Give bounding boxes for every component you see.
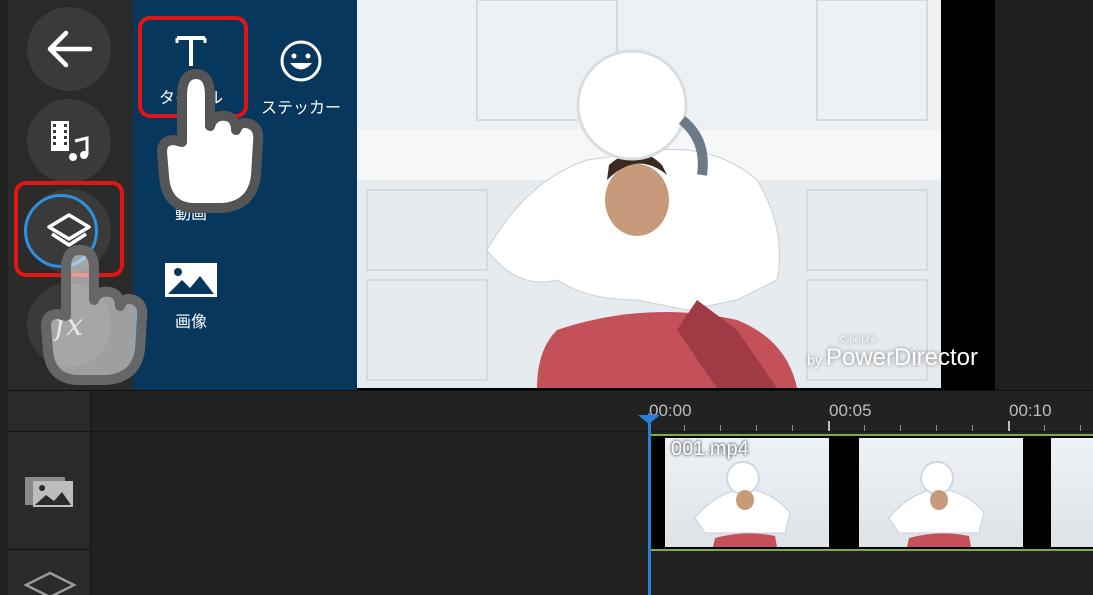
ruler-tick (720, 425, 721, 431)
ruler-tick (792, 425, 793, 431)
video-preview: CyberLink by PowerDirector (357, 0, 1093, 390)
pointing-hand-icon (41, 245, 148, 385)
smiley-icon (280, 40, 322, 82)
ruler-tick (756, 425, 757, 431)
ruler-tick (828, 421, 830, 431)
track-divider (8, 549, 90, 550)
pointing-hand-icon (157, 69, 264, 213)
clip-filename: 001.mp4 (671, 438, 749, 460)
menu-item-image[interactable]: 画像 (149, 262, 233, 332)
track-headers (8, 391, 91, 595)
time-ruler[interactable]: 00:00 00:05 00:10 (90, 391, 1093, 432)
video-track-icon[interactable] (24, 475, 74, 509)
ruler-tick (972, 425, 973, 431)
film-music-icon (51, 121, 89, 161)
ruler-label: 00:10 (1009, 401, 1052, 420)
watermark-brand: PowerDirector (825, 344, 978, 371)
video-editor-app: fx タイトル ステッカー 動画 (0, 0, 1093, 595)
watermark-cyberlink: CyberLink (840, 335, 877, 344)
ruler-tick (900, 425, 901, 431)
ruler-tick (864, 425, 865, 431)
preview-frame (357, 0, 941, 388)
clip-thumbnail (859, 438, 1023, 547)
ruler-label: 00:05 (829, 401, 872, 420)
image-icon (165, 263, 217, 297)
layer-track-icon[interactable] (22, 571, 78, 595)
menu-item-image-label: 画像 (174, 312, 207, 331)
media-button[interactable] (27, 99, 111, 183)
ruler-tick (1080, 425, 1081, 431)
powerdirector-watermark: CyberLink by PowerDirector (807, 335, 978, 372)
ruler-tick (936, 425, 937, 431)
watermark-by: by (807, 352, 822, 368)
back-button[interactable] (27, 7, 111, 91)
playhead[interactable] (648, 413, 651, 595)
ruler-tick (1044, 425, 1045, 431)
preview-side-bar (995, 0, 1093, 390)
timeline[interactable]: 00:00 00:05 00:10 001.mp4 (8, 390, 1093, 595)
track-divider (8, 431, 90, 432)
video-clip[interactable]: 001.mp4 (651, 434, 1093, 551)
ruler-tick (684, 425, 685, 431)
ruler-tick (1008, 421, 1010, 431)
arrow-left-icon (47, 30, 93, 68)
preview-scene-image (357, 0, 941, 388)
clip-thumbnail (1051, 438, 1093, 547)
